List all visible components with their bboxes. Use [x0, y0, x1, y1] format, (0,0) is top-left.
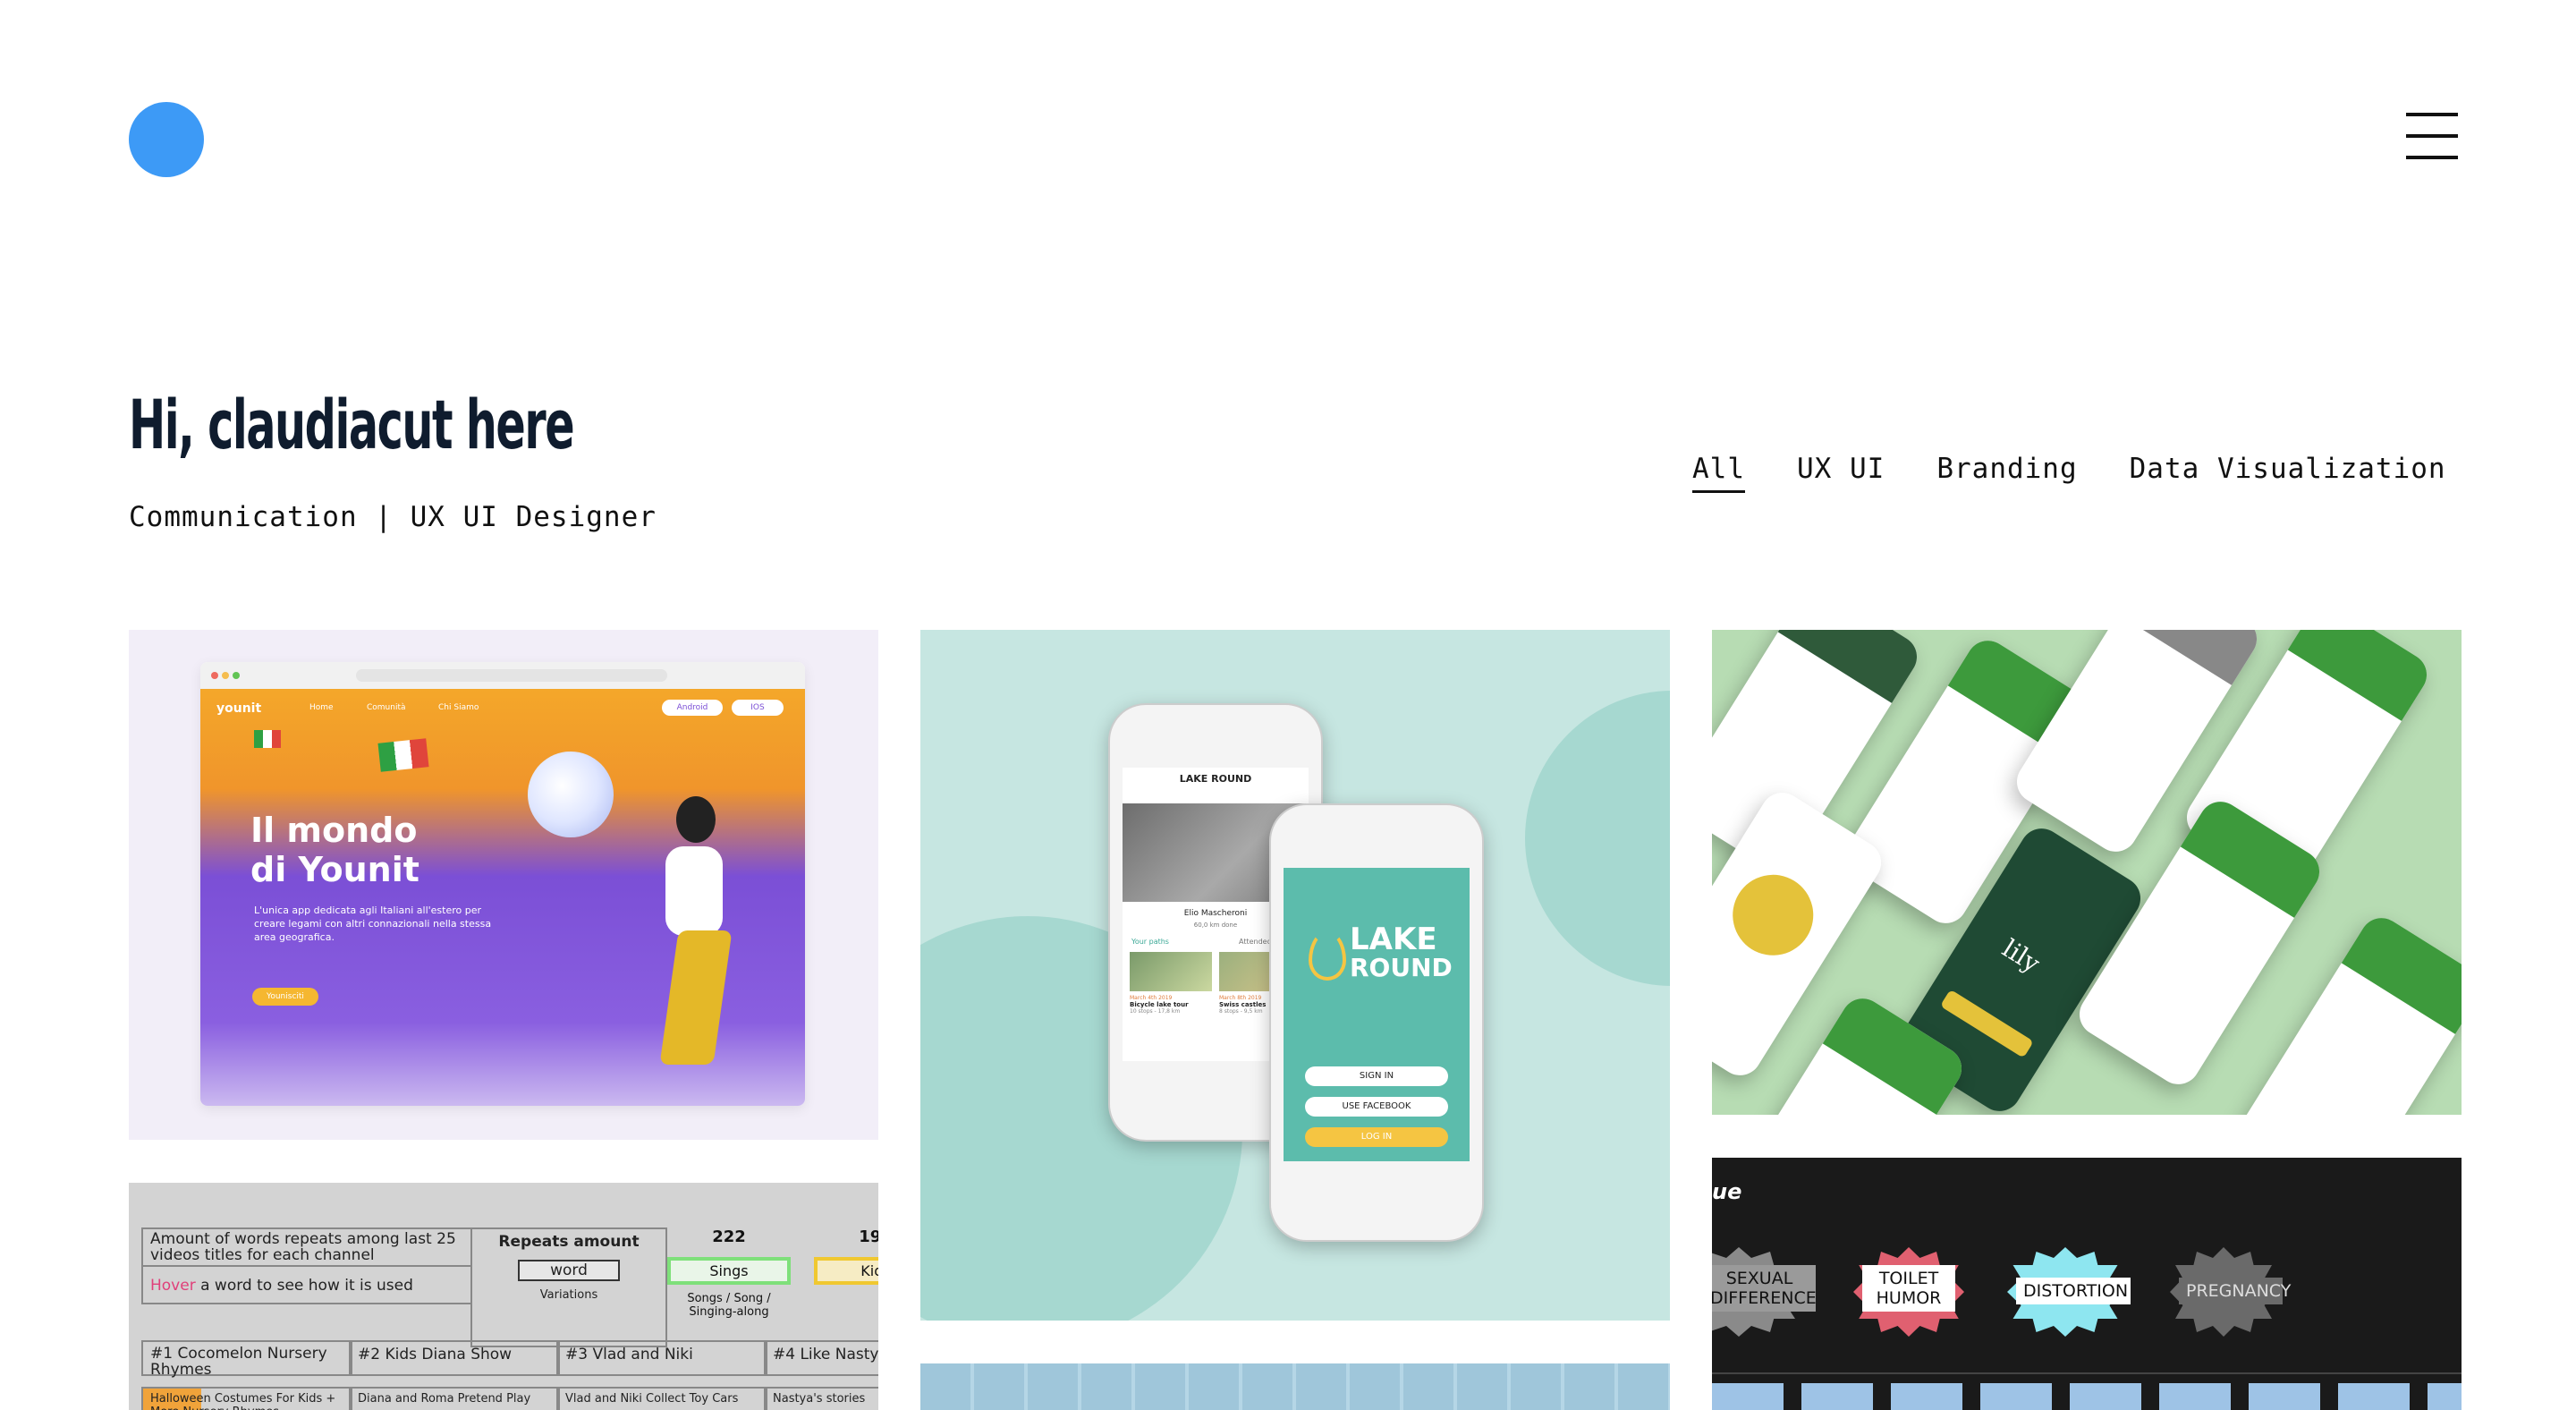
younit-heading-line2: di Younit	[250, 850, 419, 889]
circle-logo-icon[interactable]	[129, 102, 204, 177]
younit-logo: younit	[216, 701, 262, 716]
channel-cell: #4 Like Nastya	[764, 1340, 878, 1376]
phone-mockup-login: LAKE ROUND SIGN IN USE FACEBOOK LOG IN	[1269, 803, 1484, 1242]
hamburger-menu-icon[interactable]	[2406, 113, 2458, 159]
flag-italy-small-icon	[254, 730, 281, 748]
tab-your-paths: Your paths	[1131, 938, 1169, 946]
globe-illustration	[528, 752, 614, 837]
project-card-lily[interactable]: lily →	[1712, 630, 2462, 1115]
sign-in-button: SIGN IN	[1305, 1066, 1448, 1086]
title-cell: Halloween Costumes For Kids + More Nurse…	[141, 1387, 352, 1410]
badge-label: TOILET HUMOR	[1862, 1265, 1955, 1312]
younit-heading-line1: Il mondo	[250, 811, 418, 850]
path-card: March 4th 2019 Bicycle lake tour 10 stop…	[1130, 952, 1212, 1034]
title-cell: Diana and Roma Pretend Play	[349, 1387, 560, 1410]
title-cell: Vlad and Niki Collect Toy Cars	[556, 1387, 767, 1410]
younit-ios-button: IOS	[732, 700, 784, 716]
page-title: Hi, claudiacut here	[129, 385, 575, 464]
badge-label: PREGNANCY	[2179, 1278, 2291, 1304]
browser-toolbar	[200, 662, 805, 689]
lakeround-drop-icon	[1309, 930, 1346, 981]
project-card-younit[interactable]: younit Home Comunità Chi Siamo Android I…	[129, 630, 878, 1140]
younit-heading: Il mondo di Younit	[250, 811, 419, 889]
dataviz-column: 196 Kids	[809, 1227, 878, 1285]
decorative-circle	[1525, 691, 1670, 986]
project-card-dataviz-channels[interactable]: Amount of words repeats among last 25 vi…	[129, 1183, 878, 1410]
login-screen: LAKE ROUND SIGN IN USE FACEBOOK LOG IN	[1284, 868, 1470, 1161]
arrow-right-icon[interactable]: →	[2401, 1058, 2420, 1084]
woman-illustration	[648, 796, 746, 1091]
younit-body: L'unica app dedicata agli Italiani all'e…	[254, 905, 492, 943]
dataviz-question: Amount of words repeats among last 25 vi…	[141, 1227, 472, 1267]
channel-cell: #3 Vlad and Niki	[556, 1340, 767, 1376]
lakeround-logo-line2: ROUND	[1350, 953, 1453, 982]
channel-cell: #1 Cocomelon Nursery Rhymes	[141, 1340, 352, 1378]
log-in-button: LOG IN	[1305, 1127, 1448, 1147]
category-filter-nav: All UX UI Branding Data Visualization	[1692, 453, 2446, 493]
project-card-dataviz-badges[interactable]: ue SEXUAL DIFFERENCE TOILET HUMOR DISTOR…	[1712, 1158, 2462, 1410]
younit-nav-about: Chi Siamo	[438, 703, 479, 712]
filter-branding[interactable]: Branding	[1936, 453, 2077, 493]
page-subtitle: Communication | UX UI Designer	[129, 501, 657, 533]
younit-nav-home: Home	[309, 703, 334, 712]
dataviz-column: 222 Sings Songs / Song / Singing-along	[662, 1227, 796, 1319]
project-card-pool[interactable]	[920, 1363, 1670, 1410]
filter-ux-ui[interactable]: UX UI	[1797, 453, 1885, 493]
filter-data-visualization[interactable]: Data Visualization	[2130, 453, 2446, 493]
title-cell: Nastya's stories	[764, 1387, 878, 1410]
flag-italy-icon	[377, 738, 429, 772]
repeats-legend: Repeats amount word Variations	[470, 1227, 667, 1347]
younit-nav-community: Comunità	[367, 703, 406, 712]
timeline-strip	[1712, 1383, 2462, 1410]
badge-label: DISTORTION	[2016, 1278, 2131, 1304]
dataviz-hover-hint: Hover a word to see how it is used	[141, 1265, 472, 1304]
use-facebook-button: USE FACEBOOK	[1305, 1097, 1448, 1117]
younit-hero: younit Home Comunità Chi Siamo Android I…	[200, 689, 805, 1106]
filter-all[interactable]: All	[1692, 453, 1745, 493]
lakeround-logo: LAKE ROUND	[1350, 922, 1453, 982]
channel-cell: #2 Kids Diana Show	[349, 1340, 560, 1376]
badge-label: SEXUAL DIFFERENCE	[1712, 1265, 1817, 1312]
dataviz-corner-text: ue	[1712, 1179, 1742, 1204]
tab-attended: Attended	[1239, 938, 1272, 946]
timeline-axis	[1712, 1372, 2462, 1374]
lily-app-name: lily	[1996, 933, 2046, 979]
lakeround-logo-line1: LAKE	[1350, 922, 1437, 957]
browser-window: younit Home Comunità Chi Siamo Android I…	[200, 662, 805, 1106]
younit-android-button: Android	[662, 700, 723, 716]
younit-cta: Younisciti	[252, 988, 318, 1006]
project-card-lakeround[interactable]: LAKE ROUND Elio Mascheroni 60,0 km done …	[920, 630, 1670, 1321]
lakeround-small-logo: LAKE ROUND	[1179, 773, 1252, 785]
